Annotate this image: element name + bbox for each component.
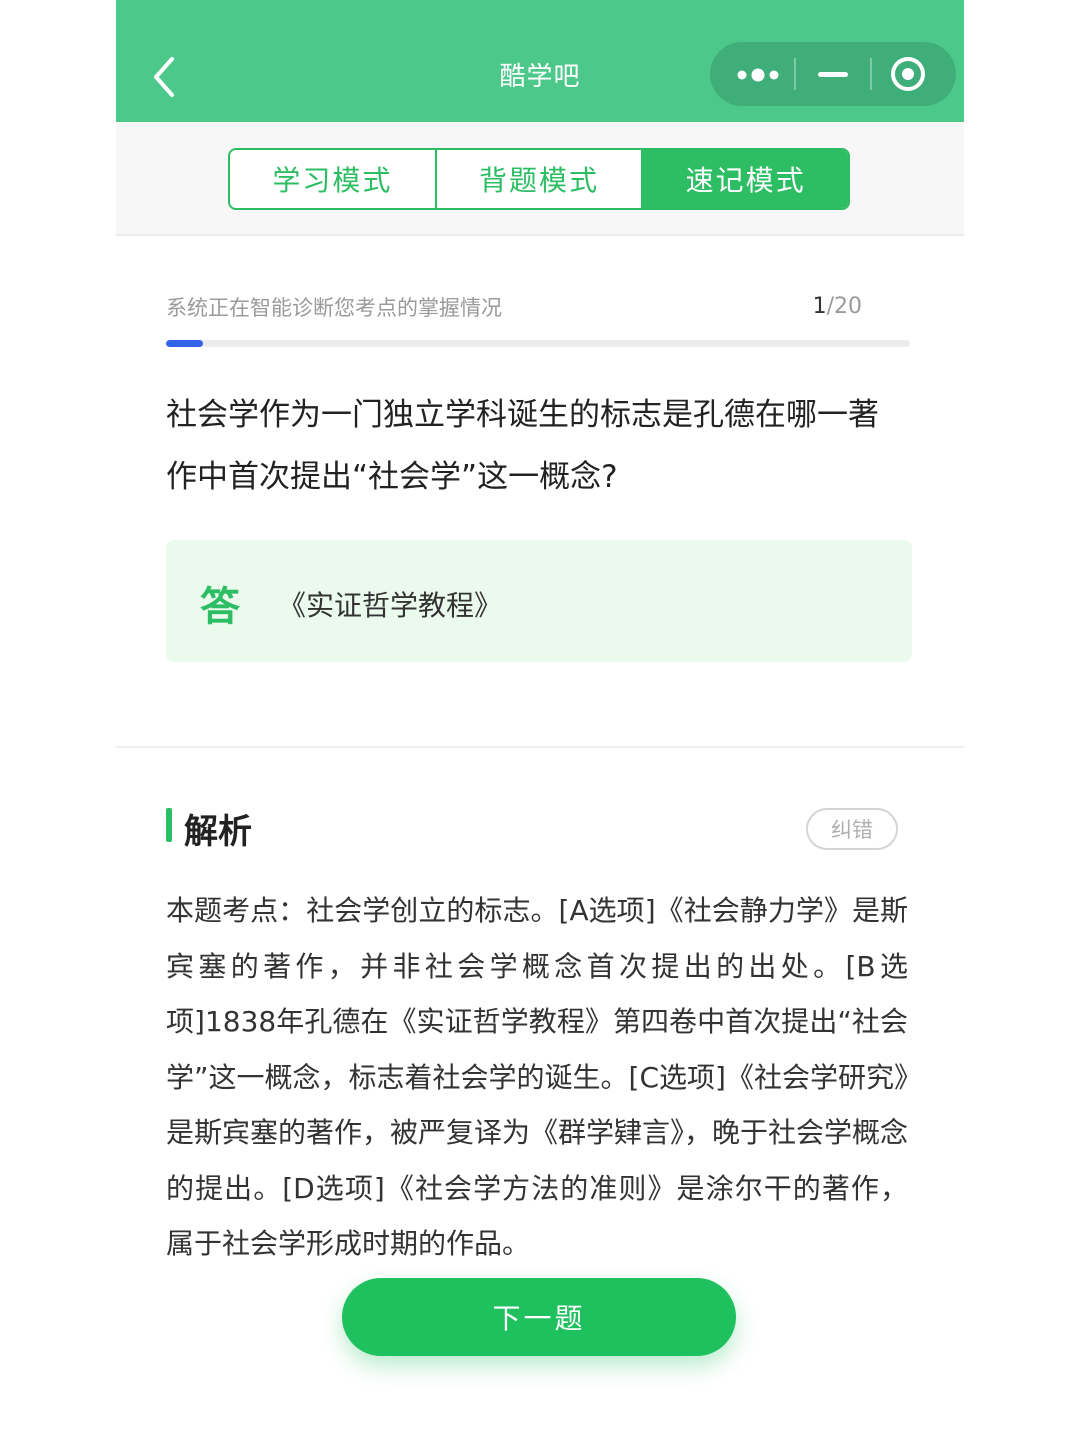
capsule-divider xyxy=(870,58,872,90)
analysis-accent-bar xyxy=(166,808,172,842)
question-counter: 1/20 xyxy=(813,294,862,319)
app-screen: 酷学吧 学习模式 背题模式 速记模式 系统正在智能诊断您考点的掌握情况 1/20… xyxy=(116,0,964,1440)
current-question-number: 1 xyxy=(812,294,827,319)
mode-selector-area: 学习模式 背题模式 速记模式 xyxy=(116,122,964,236)
total-questions: /20 xyxy=(826,294,862,319)
section-divider xyxy=(116,746,964,748)
minimize-icon[interactable] xyxy=(818,72,848,77)
report-error-button[interactable]: 纠错 xyxy=(806,808,898,850)
close-button[interactable] xyxy=(890,56,926,92)
question-text: 社会学作为一门独立学科诞生的标志是孔德在哪一著作中首次提出“社会学”这一概念? xyxy=(166,397,879,495)
tab-recite-mode[interactable]: 背题模式 xyxy=(437,150,644,208)
mini-program-capsule xyxy=(710,42,956,106)
more-button[interactable] xyxy=(736,67,780,82)
nav-bar: 酷学吧 xyxy=(116,0,964,122)
diagnosis-status: 系统正在智能诊断您考点的掌握情况 xyxy=(166,296,502,320)
next-question-button[interactable]: 下一题 xyxy=(342,1278,736,1356)
tab-study-mode[interactable]: 学习模式 xyxy=(230,150,437,208)
more-dots-icon xyxy=(737,68,779,82)
tab-quick-memo-mode[interactable]: 速记模式 xyxy=(643,150,848,208)
capsule-divider xyxy=(794,58,796,90)
answer-card: 答 《实证哲学教程》 xyxy=(166,540,912,662)
analysis-title: 解析 xyxy=(184,812,252,852)
mode-tabs: 学习模式 背题模式 速记模式 xyxy=(228,148,850,210)
progress-fill xyxy=(166,340,204,347)
analysis-body: 本题考点：社会学创立的标志。[A选项]《社会静力学》是斯宾塞的著作，并非社会学概… xyxy=(166,894,909,1260)
progress-bar xyxy=(166,340,910,347)
answer-text: 《实证哲学教程》 xyxy=(278,589,503,622)
target-circle-icon xyxy=(891,57,925,91)
answer-tag: 答 xyxy=(200,584,240,630)
